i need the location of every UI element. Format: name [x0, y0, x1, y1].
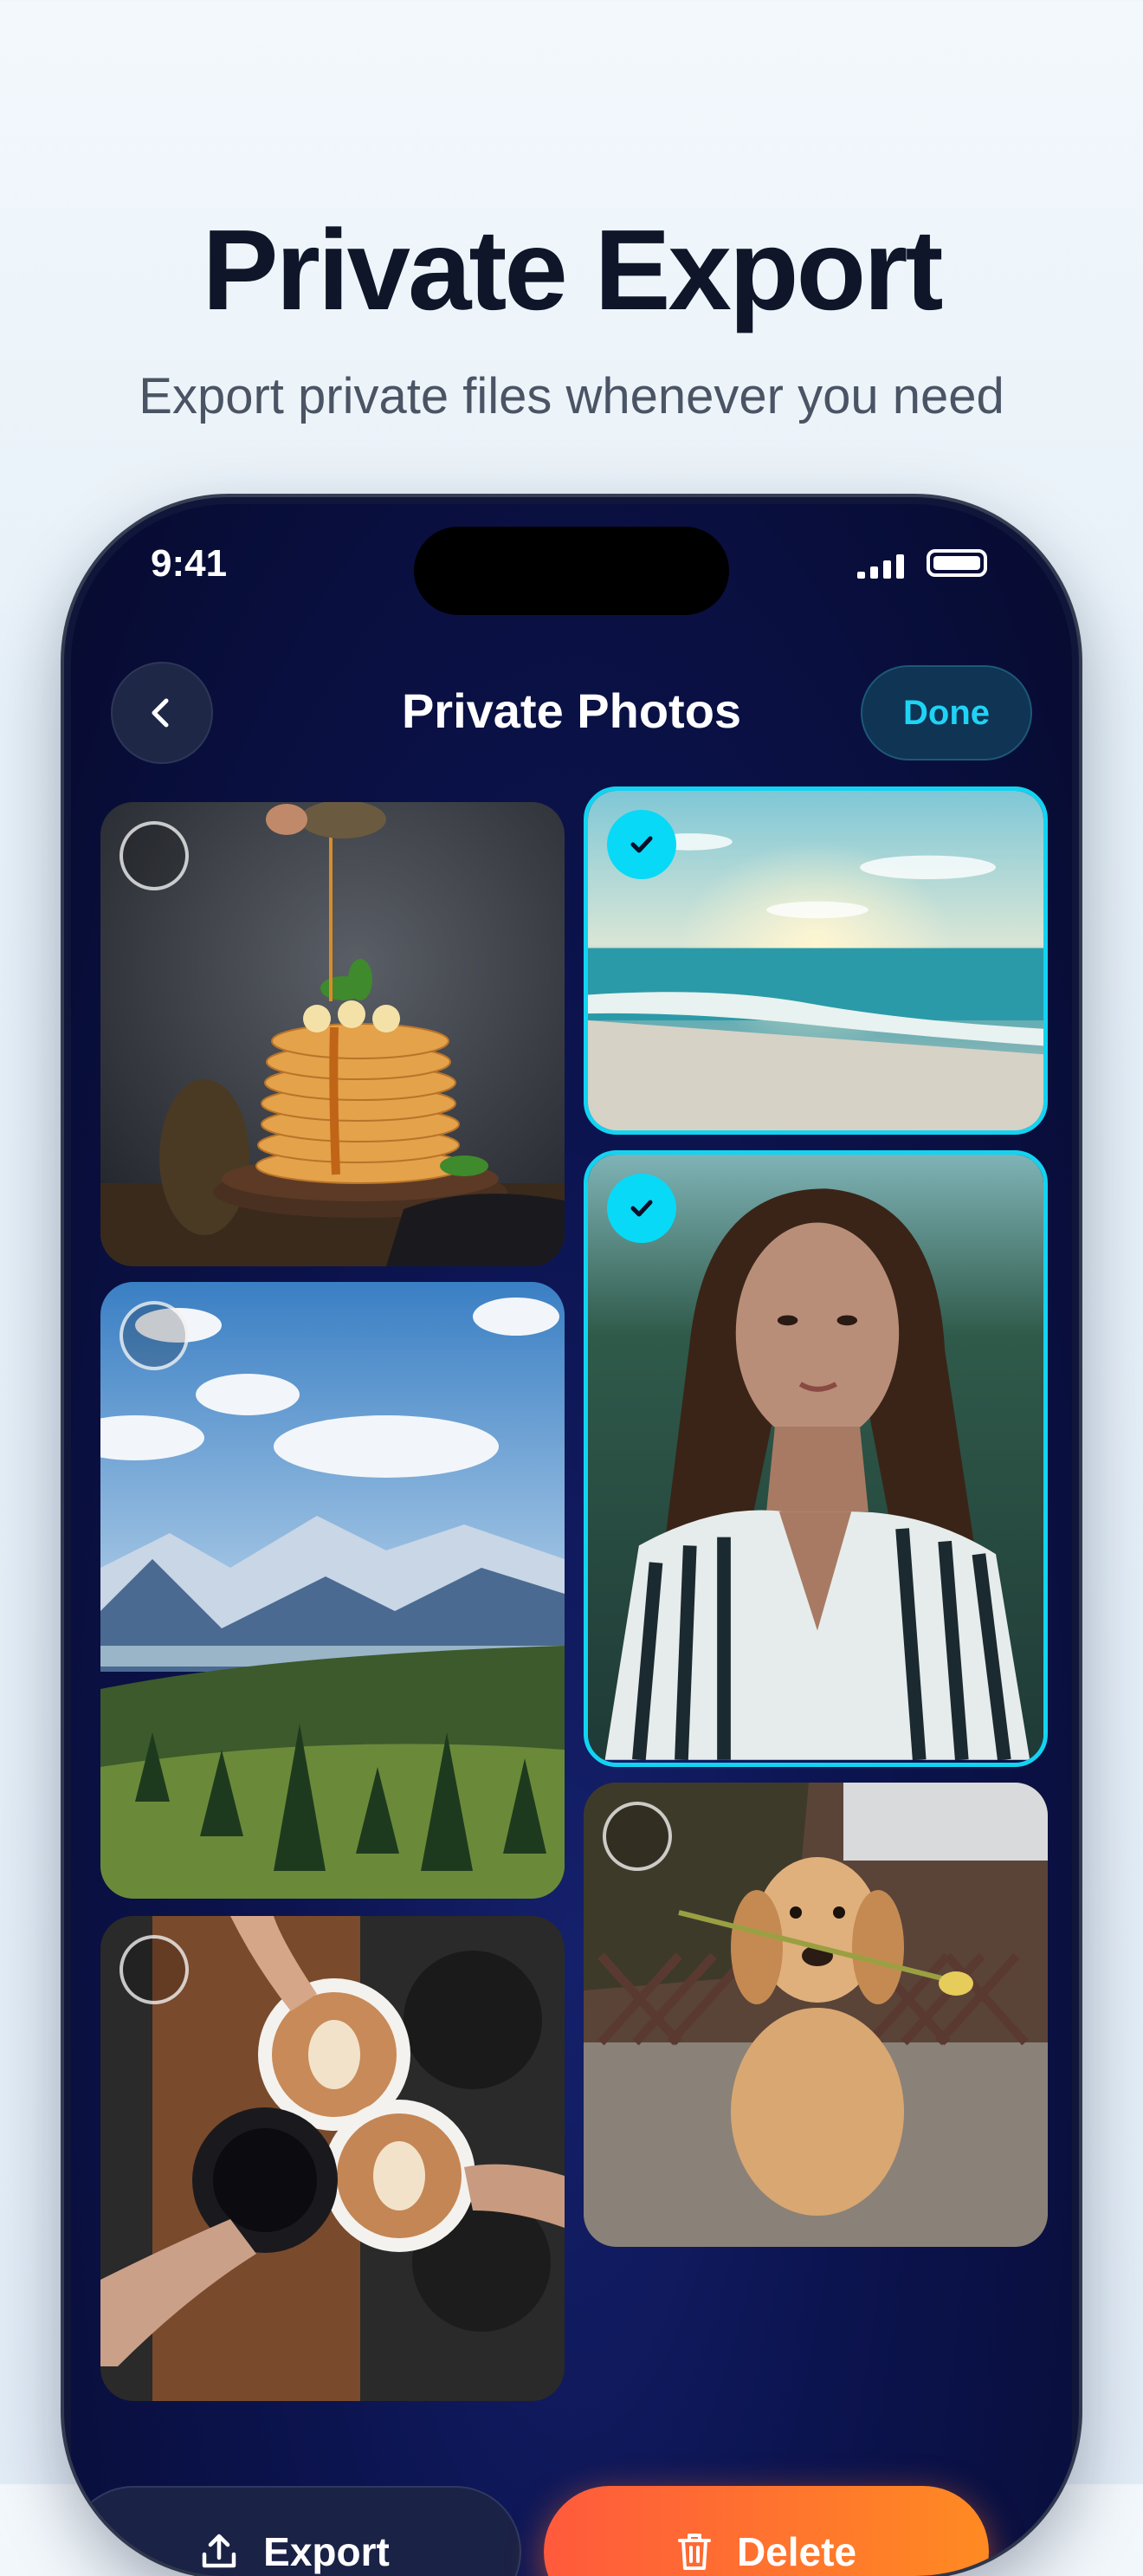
photo-dog[interactable]: [584, 1783, 1048, 2247]
checkmark-icon: [630, 836, 653, 853]
status-time: 9:41: [151, 542, 228, 585]
upload-icon: [202, 2534, 236, 2568]
photo-mountains[interactable]: [100, 1282, 565, 1899]
checkmark-icon: [630, 1200, 653, 1217]
app-screen: 9:41 Private Photos Done Export Delete: [71, 504, 1072, 2576]
photo-portrait[interactable]: [584, 1150, 1048, 1767]
battery-icon: [927, 549, 987, 577]
done-button[interactable]: Done: [861, 665, 1032, 761]
select-toggle[interactable]: [119, 1301, 189, 1370]
delete-button[interactable]: Delete: [544, 2486, 989, 2576]
export-label: Export: [263, 2529, 390, 2574]
trash-icon: [677, 2534, 711, 2570]
phone-frame: 9:41 Private Photos Done Export Delete: [64, 497, 1079, 2576]
hero-title: Private Export: [202, 206, 944, 333]
select-toggle[interactable]: [603, 1802, 672, 1871]
hero-subtitle: Export private files whenever you need: [139, 368, 1004, 424]
select-toggle-checked[interactable]: [607, 810, 676, 879]
signal-icon: [857, 554, 904, 579]
export-button[interactable]: Export: [71, 2486, 521, 2576]
delete-label: Delete: [736, 2529, 857, 2574]
select-toggle-checked[interactable]: [607, 1174, 676, 1243]
select-toggle[interactable]: [119, 1935, 189, 2004]
dynamic-island: [414, 527, 729, 615]
mountains-image: [100, 1282, 565, 1899]
portrait-image: [588, 1155, 1043, 1760]
photo-coffee[interactable]: [100, 1916, 565, 2401]
action-bar: Export Delete: [71, 2358, 1072, 2576]
photo-pancakes[interactable]: [100, 802, 565, 1266]
select-toggle[interactable]: [119, 821, 189, 890]
photo-beach[interactable]: [584, 786, 1048, 1135]
